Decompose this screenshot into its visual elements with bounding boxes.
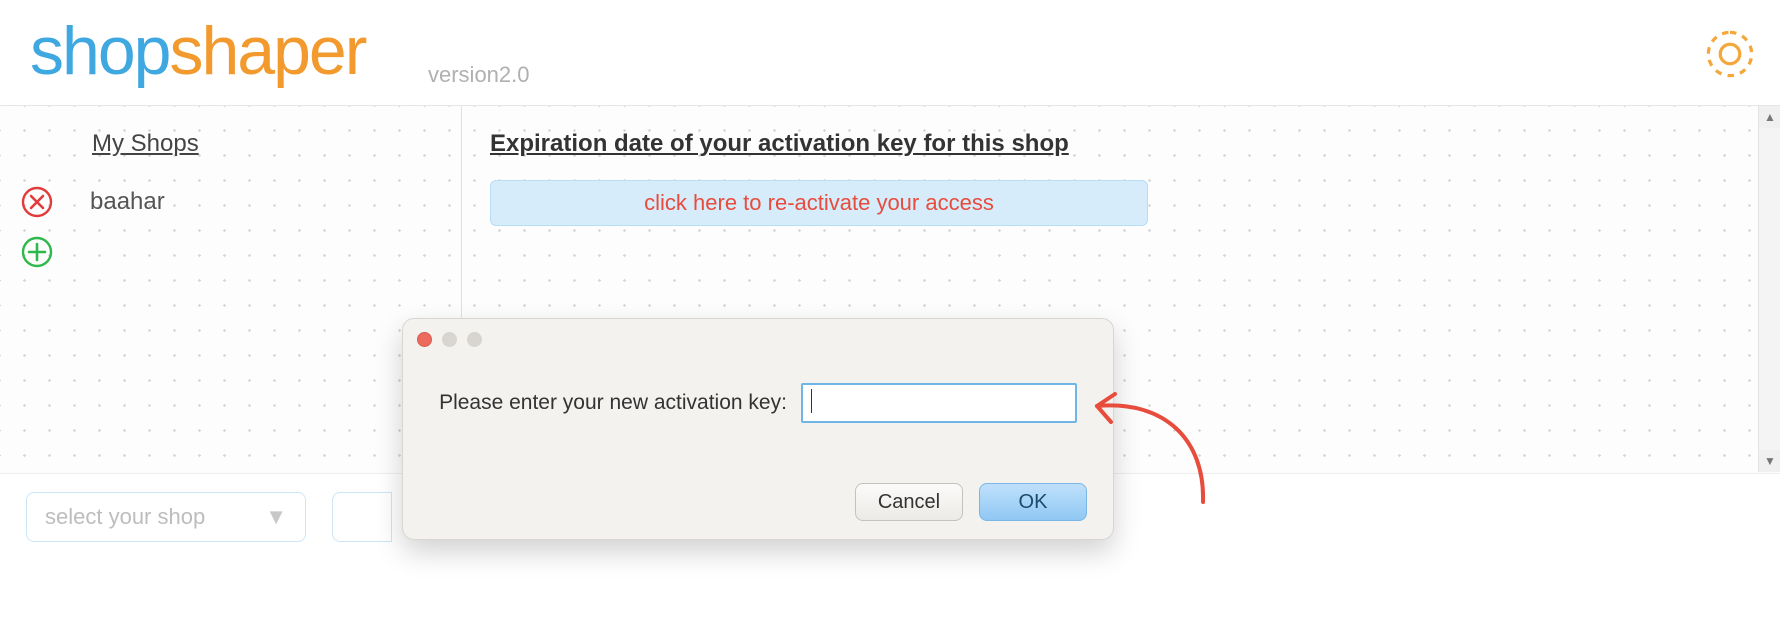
dialog-prompt: Please enter your new activation key: [439,391,787,415]
scrollbar[interactable]: ▲ ▼ [1758,106,1780,472]
activation-key-dialog: Please enter your new activation key: Ca… [402,318,1114,540]
sidebar: My Shops baahar [0,106,462,473]
add-shop-button[interactable] [20,235,54,269]
expiration-heading: Expiration date of your activation key f… [490,130,1752,158]
shop-select-dropdown[interactable]: select your shop ▼ [26,492,306,542]
chevron-up-icon: ▲ [1764,110,1776,124]
activation-key-input[interactable] [801,383,1077,423]
gear-icon [1704,67,1756,84]
cancel-label: Cancel [878,491,940,514]
chevron-down-icon: ▼ [1764,454,1776,468]
text-cursor-icon [811,389,812,413]
shop-select-placeholder: select your shop [45,504,205,530]
scroll-up-button[interactable]: ▲ [1759,106,1780,128]
app-header: shopshaper version2.0 [0,0,1780,105]
adjacent-field[interactable] [332,492,392,542]
minimize-window-button [442,332,457,347]
add-shop-row [0,230,461,274]
sidebar-heading: My Shops [92,130,199,158]
cancel-button[interactable]: Cancel [855,483,963,521]
app-logo: shopshaper [30,12,365,90]
version-label: version2.0 [428,62,530,88]
zoom-window-button [467,332,482,347]
settings-button[interactable] [1704,28,1756,80]
shop-name: baahar [90,188,165,216]
close-window-button[interactable] [417,332,432,347]
dialog-buttons: Cancel OK [855,483,1087,521]
scroll-down-button[interactable]: ▼ [1759,450,1780,472]
dialog-body: Please enter your new activation key: [403,359,1113,423]
reactivate-label: click here to re-activate your access [644,190,994,216]
logo-shop: shop [30,13,169,89]
ok-button[interactable]: OK [979,483,1087,521]
ok-label: OK [1019,491,1048,514]
caret-down-icon: ▼ [265,504,287,530]
reactivate-link[interactable]: click here to re-activate your access [490,180,1148,226]
logo-shaper: shaper [169,13,365,89]
delete-shop-button[interactable] [20,185,54,219]
shop-row[interactable]: baahar [0,180,461,224]
dialog-titlebar[interactable] [403,319,1113,359]
